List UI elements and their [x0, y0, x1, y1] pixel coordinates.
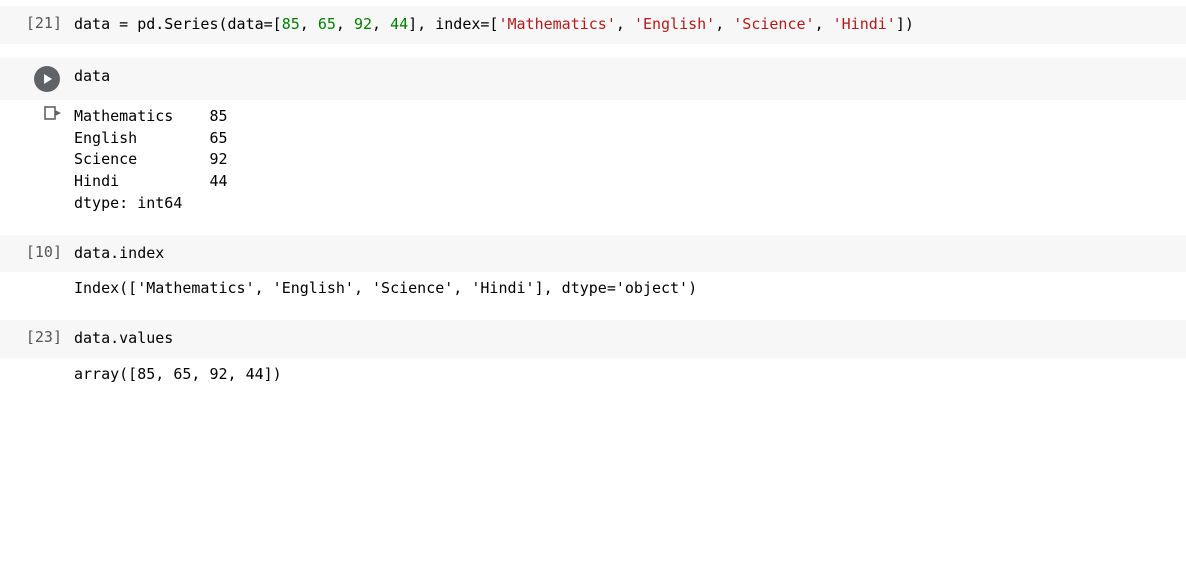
play-icon	[41, 73, 53, 85]
code-input-row[interactable]: data	[0, 58, 1186, 100]
notebook-cell: [21] data = pd.Series(data=[85, 65, 92, …	[0, 6, 1186, 44]
code-editor[interactable]: data.values	[70, 320, 1186, 358]
output-row: array([85, 65, 92, 44])	[0, 358, 1186, 392]
run-cell-gutter	[0, 58, 70, 100]
output-row: Index(['Mathematics', 'English', 'Scienc…	[0, 272, 1186, 306]
code-editor[interactable]: data	[70, 58, 1186, 96]
output-gutter	[0, 100, 70, 128]
notebook: [21] data = pd.Series(data=[85, 65, 92, …	[0, 0, 1186, 392]
run-cell-button[interactable]	[34, 66, 60, 92]
notebook-cell: data Mathematics 85 English 65 Science 9…	[0, 58, 1186, 221]
output-row: Mathematics 85 English 65 Science 92 Hin…	[0, 100, 1186, 221]
code-input-row[interactable]: [10] data.index	[0, 235, 1186, 273]
cell-output: Mathematics 85 English 65 Science 92 Hin…	[70, 100, 1186, 221]
code-editor[interactable]: data = pd.Series(data=[85, 65, 92, 44], …	[70, 6, 1186, 44]
notebook-cell: [23] data.values array([85, 65, 92, 44])	[0, 320, 1186, 392]
code-input-row[interactable]: [23] data.values	[0, 320, 1186, 358]
code-editor[interactable]: data.index	[70, 235, 1186, 273]
execution-count: [10]	[0, 235, 70, 269]
output-arrow-icon	[44, 106, 62, 120]
code-input-row[interactable]: [21] data = pd.Series(data=[85, 65, 92, …	[0, 6, 1186, 44]
cell-output: Index(['Mathematics', 'English', 'Scienc…	[70, 272, 1186, 306]
cell-output: array([85, 65, 92, 44])	[70, 358, 1186, 392]
output-gutter	[0, 272, 70, 286]
exec-label: [10]	[26, 243, 62, 261]
exec-label: [23]	[26, 328, 62, 346]
output-gutter	[0, 358, 70, 372]
execution-count: [23]	[0, 320, 70, 354]
exec-label: [21]	[26, 14, 62, 32]
notebook-cell: [10] data.index Index(['Mathematics', 'E…	[0, 235, 1186, 307]
execution-count: [21]	[0, 6, 70, 40]
